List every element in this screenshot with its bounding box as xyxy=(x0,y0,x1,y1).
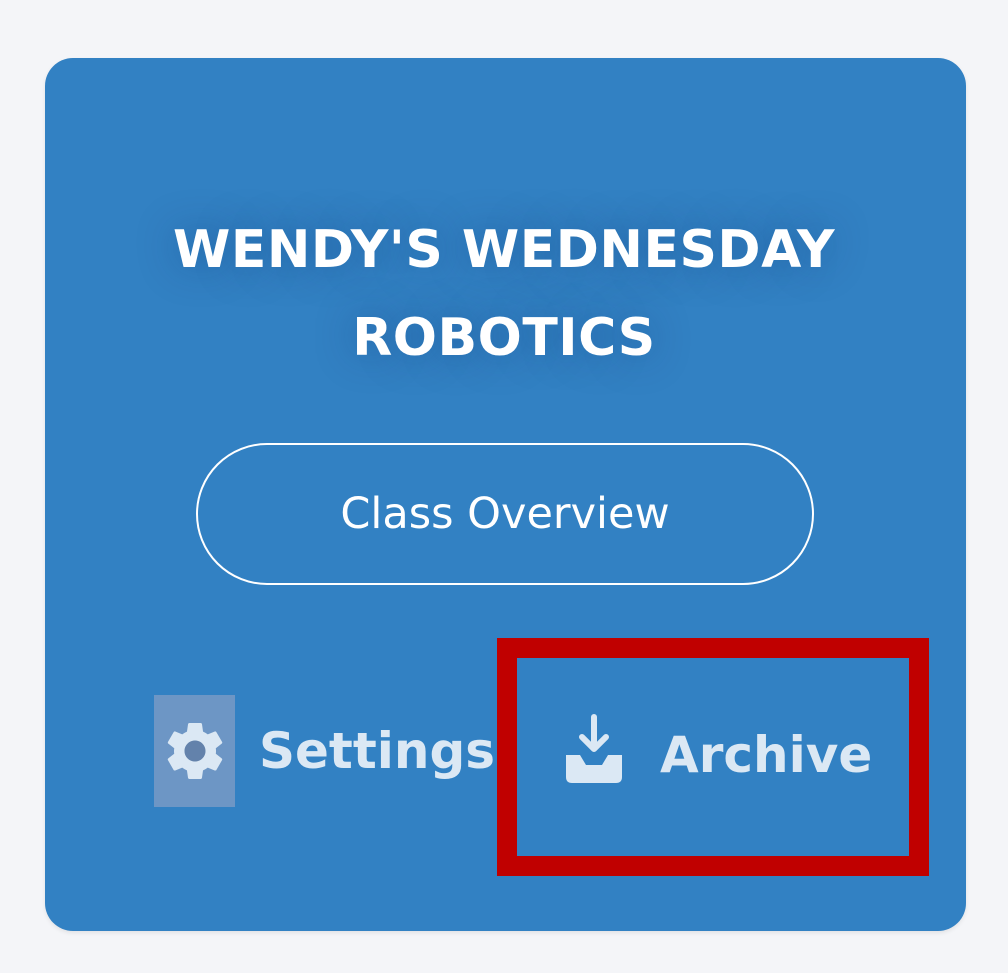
gear-icon xyxy=(154,695,235,807)
settings-label: Settings xyxy=(259,722,496,780)
class-title-line-1: WENDY'S WEDNESDAY xyxy=(172,220,836,280)
settings-button[interactable]: Settings xyxy=(154,695,495,807)
class-title-line-2: ROBOTICS xyxy=(352,308,656,368)
inbox-download-icon xyxy=(560,713,628,797)
archive-label: Archive xyxy=(660,726,873,784)
class-overview-button[interactable]: Class Overview xyxy=(196,443,814,585)
class-overview-label: Class Overview xyxy=(340,489,670,539)
class-title: WENDY'S WEDNESDAY ROBOTICS xyxy=(0,206,1008,382)
archive-button[interactable]: Archive xyxy=(560,713,873,797)
